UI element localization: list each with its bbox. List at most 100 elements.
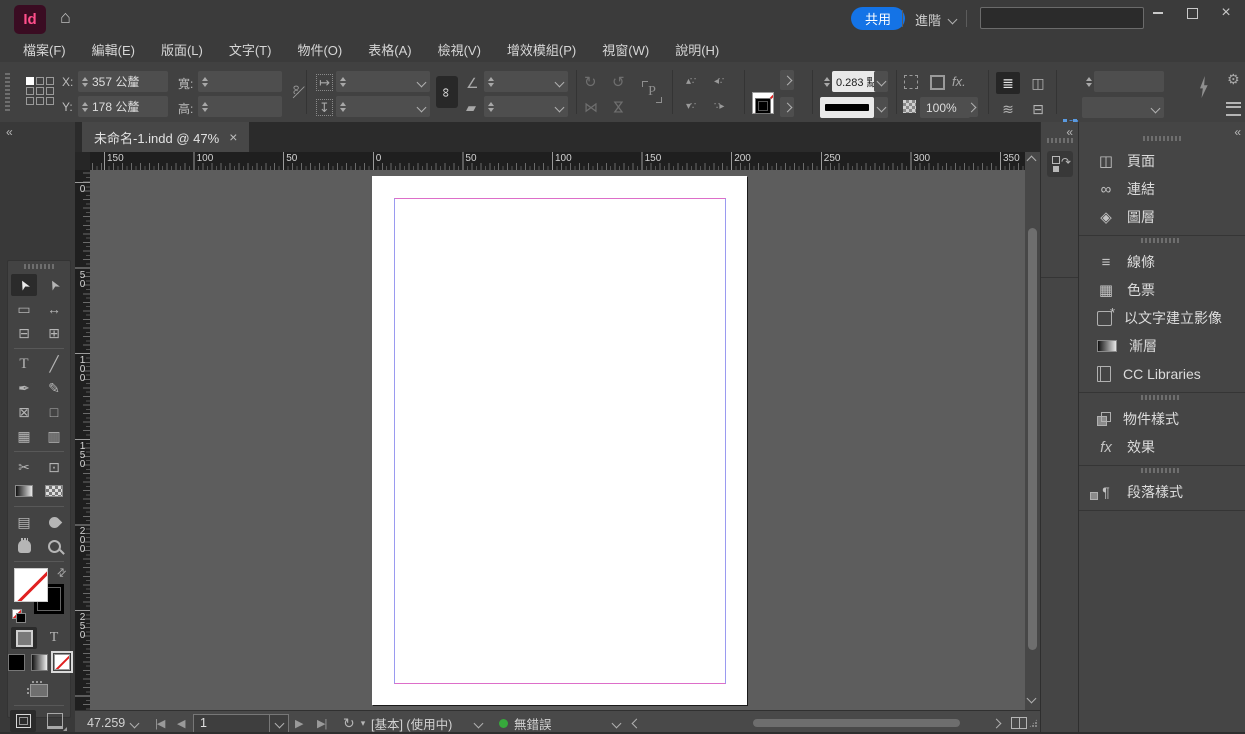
stroke-weight-field[interactable]: 0.283 點 xyxy=(832,71,878,92)
color-theme-strip-icon[interactable] xyxy=(26,679,52,701)
menu-item[interactable]: 物件(O) xyxy=(284,40,355,59)
opacity-field[interactable]: 100% xyxy=(920,97,970,118)
spread-rotation-icon[interactable]: ↻ ▾ xyxy=(343,711,365,734)
constrain-dimensions-icon[interactable]: ∞ xyxy=(288,82,305,98)
formatting-affects-container-button[interactable] xyxy=(11,627,37,649)
vertical-scrollbar-thumb[interactable] xyxy=(1028,228,1037,650)
first-page-button[interactable]: |◀ xyxy=(155,711,165,734)
panel-menu-icon[interactable] xyxy=(1226,102,1241,116)
scroll-right-icon[interactable] xyxy=(991,711,1002,734)
hand-tool[interactable] xyxy=(11,535,37,557)
preflight-menu-dropdown[interactable] xyxy=(611,711,622,734)
menu-item[interactable]: 表格(A) xyxy=(355,40,424,59)
document-page[interactable] xyxy=(372,176,747,705)
vertical-ruler[interactable]: 0 50 100 150 200 250 xyxy=(75,170,91,710)
tools-grip[interactable] xyxy=(24,264,54,269)
scroll-left-icon[interactable] xyxy=(631,711,642,734)
menu-item[interactable]: 說明(H) xyxy=(662,40,732,59)
stepper[interactable] xyxy=(78,76,92,87)
gradient-feather-tool[interactable] xyxy=(41,480,67,502)
panel-item-effects[interactable]: fx 效果 xyxy=(1079,433,1245,461)
width-field[interactable] xyxy=(198,71,282,92)
rectangle-tool[interactable]: □ xyxy=(41,401,67,423)
page-dropdown[interactable] xyxy=(269,714,288,732)
minimize-button[interactable] xyxy=(1141,0,1175,26)
line-tool[interactable]: ╱ xyxy=(41,353,67,375)
drop-shadow-icon[interactable] xyxy=(930,75,945,90)
content-collector-tool[interactable]: ⊟ xyxy=(11,322,37,344)
panel-item-layers[interactable]: ◈ 圖層 xyxy=(1079,203,1245,231)
no-text-wrap-button[interactable]: ≣ xyxy=(996,72,1020,94)
type-tool[interactable]: T xyxy=(11,353,37,375)
menu-item[interactable]: 檢視(V) xyxy=(425,40,494,59)
corner-options-icon[interactable] xyxy=(904,75,918,89)
menu-item[interactable]: 增效模組(P) xyxy=(494,40,589,59)
x-position-field[interactable]: 357 公釐 xyxy=(78,71,168,92)
stepper[interactable] xyxy=(78,101,92,112)
apply-gradient-button[interactable] xyxy=(31,653,48,671)
panel-item-links[interactable]: ∞ 連結 xyxy=(1079,175,1245,203)
height-field[interactable] xyxy=(198,96,282,117)
pen-tool[interactable]: ✒ xyxy=(11,377,37,399)
apply-color-button[interactable] xyxy=(8,653,25,671)
scale-y-field[interactable] xyxy=(336,96,430,117)
scroll-down-icon[interactable] xyxy=(1026,693,1037,704)
panel-item-pages[interactable]: ◫ 頁面 xyxy=(1079,147,1245,175)
panel-item-paragraph-styles[interactable]: ¶ 段落樣式 xyxy=(1079,478,1245,506)
default-fill-stroke-icon[interactable] xyxy=(12,609,26,623)
collapsed-panel-icon[interactable] xyxy=(1047,151,1073,177)
pasteboard[interactable] xyxy=(90,170,1025,710)
panel-item-gradient[interactable]: 漸層 xyxy=(1079,332,1245,360)
ruler-origin[interactable] xyxy=(75,152,91,171)
wrap-around-object-shape-button[interactable]: ≋ xyxy=(996,98,1020,120)
menu-item[interactable]: 檔案(F) xyxy=(10,40,79,59)
stepper[interactable] xyxy=(198,101,212,112)
formatting-affects-text-button[interactable]: T xyxy=(41,627,67,649)
next-page-button[interactable]: ▶ xyxy=(295,711,304,734)
quick-apply-icon[interactable] xyxy=(1199,76,1208,98)
menu-item[interactable]: 版面(L) xyxy=(148,40,216,59)
flip-horizontal-button[interactable]: ⋈ xyxy=(584,100,598,114)
scale-x-field[interactable] xyxy=(336,71,430,92)
collapse-dock-chevron[interactable]: « xyxy=(1234,125,1241,139)
select-container-button[interactable]: P xyxy=(642,81,662,103)
rotation-angle-field[interactable] xyxy=(484,71,568,92)
free-transform-tool[interactable]: ⊡ xyxy=(41,456,67,478)
flip-vertical-button[interactable]: ⋈ xyxy=(611,100,627,114)
horizontal-grid-tool[interactable]: ▦ xyxy=(11,425,37,447)
panel-item-swatches[interactable]: ▦ 色票 xyxy=(1079,276,1245,304)
dock-grip[interactable] xyxy=(1142,136,1183,141)
object-style-field[interactable] xyxy=(1094,71,1164,92)
document-tab[interactable]: 未命名-1.indd @ 47% × xyxy=(82,122,250,152)
maximize-button[interactable] xyxy=(1175,0,1209,26)
swap-fill-stroke-icon[interactable]: ⇄ xyxy=(54,565,69,580)
stroke-weight-dropdown[interactable] xyxy=(874,71,888,92)
panel-item-cc-libraries[interactable]: CC Libraries xyxy=(1079,360,1245,388)
opacity-options-button[interactable] xyxy=(964,97,978,117)
normal-screen-mode-button[interactable] xyxy=(10,710,36,732)
page-number-control[interactable]: 1 xyxy=(193,711,289,734)
workspace-switcher[interactable]: 進階 xyxy=(915,10,958,29)
last-page-button[interactable]: ▶| xyxy=(317,711,327,734)
wrap-around-bounding-box-button[interactable]: ◫ xyxy=(1026,72,1050,94)
select-next-object-icon[interactable]: ∵▸ xyxy=(714,101,724,112)
fill-options-button[interactable] xyxy=(780,70,794,90)
selection-tool[interactable]: ➤ xyxy=(11,274,37,296)
gap-tool[interactable]: ↔ xyxy=(41,298,67,320)
search-input[interactable] xyxy=(980,7,1144,29)
horizontal-scrollbar-thumb[interactable] xyxy=(753,719,960,727)
horizontal-scrollbar[interactable] xyxy=(647,718,989,728)
vertical-grid-tool[interactable]: ▥ xyxy=(41,425,67,447)
menu-item[interactable]: 編輯(E) xyxy=(79,40,148,59)
stroke-type-field[interactable] xyxy=(820,97,874,118)
rotate-cw-button[interactable]: ↻ xyxy=(584,75,597,90)
stepper[interactable] xyxy=(198,76,212,87)
stroke-swatch[interactable] xyxy=(755,98,771,114)
panel-item-object-styles[interactable]: 物件樣式 xyxy=(1079,405,1245,433)
home-icon[interactable]: ⌂ xyxy=(60,7,71,28)
zoom-tool[interactable] xyxy=(41,535,67,557)
scissors-tool[interactable]: ✂ xyxy=(11,456,37,478)
spread-view-icon[interactable] xyxy=(1011,711,1027,734)
panel-grip[interactable] xyxy=(5,73,10,111)
tab-close-icon[interactable]: × xyxy=(229,129,237,145)
